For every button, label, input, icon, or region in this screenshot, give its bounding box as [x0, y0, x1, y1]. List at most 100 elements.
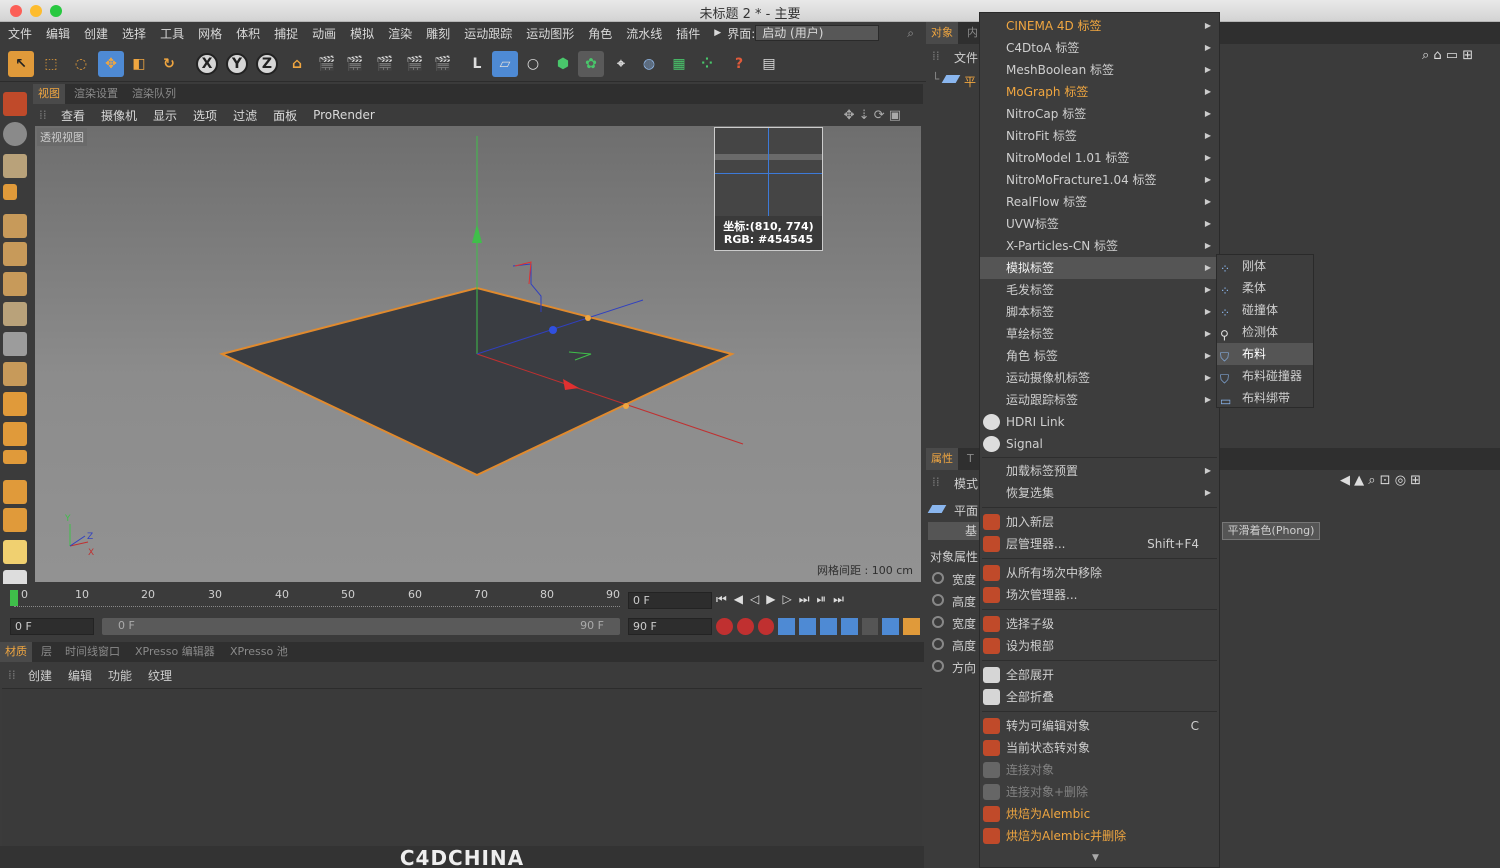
keyframe-tools[interactable] [716, 618, 920, 636]
tab-view[interactable]: 视图 [33, 84, 65, 104]
model-mode-icon[interactable] [3, 154, 27, 178]
viewport-menu-view[interactable]: 查看 [61, 107, 85, 124]
film-icon[interactable] [903, 618, 920, 635]
timeline-icon[interactable] [3, 508, 27, 532]
menu-item-take-manager[interactable]: 场次管理器... [980, 584, 1219, 606]
menu-item-script-tags[interactable]: 脚本标签 ▶ [980, 301, 1219, 323]
layout-select[interactable]: 启动 (用户) [755, 25, 880, 41]
render-view-icon[interactable]: 🎬 [314, 51, 340, 77]
material-menu-edit[interactable]: 编辑 [68, 667, 92, 684]
snap-mode-icon[interactable] [3, 332, 27, 356]
menu-mesh[interactable]: 网格 [198, 25, 222, 42]
viewport-nav-icons[interactable]: ✥ ⇣ ⟳ ▣ [844, 108, 901, 123]
menu-item-load-tag-preset[interactable]: 加载标签预置 ▶ [980, 460, 1219, 482]
material-menu-create[interactable]: 创建 [28, 667, 52, 684]
texture-mode-icon[interactable] [3, 122, 27, 146]
document-icon[interactable] [3, 540, 27, 564]
pla-key-icon[interactable] [861, 618, 879, 635]
material-menu-function[interactable]: 功能 [108, 667, 132, 684]
interpolation-icon[interactable] [882, 618, 900, 635]
generator-icon[interactable]: ⬢ [550, 51, 576, 77]
submenu-item-cloth-collider[interactable]: ⛉ 布料碰撞器 [1217, 365, 1313, 387]
menu-item-connect-objects-delete[interactable]: 连接对象+删除 [980, 781, 1219, 803]
z-handle[interactable] [549, 326, 557, 334]
render-edit-settings-icon[interactable]: 🎬 [430, 51, 456, 77]
polygon-mode-icon[interactable] [3, 272, 27, 296]
rotate-tool-icon[interactable]: ↻ [156, 51, 182, 77]
viewport-menu-options[interactable]: 选项 [193, 107, 217, 124]
menu-item-sketch-tags[interactable]: 草绘标签 ▶ [980, 323, 1219, 345]
menu-mograph[interactable]: 运动图形 [526, 25, 574, 42]
menu-select[interactable]: 选择 [122, 25, 146, 42]
x-axis-lock-icon[interactable]: X [196, 53, 218, 75]
record-icon[interactable] [716, 618, 733, 635]
menu-edit[interactable]: 编辑 [46, 25, 70, 42]
spline-circle-icon[interactable]: ○ [520, 51, 546, 77]
rectangle-selection-icon[interactable]: ⬚ [38, 51, 64, 77]
object-row-plane[interactable]: └ 平 [928, 70, 978, 92]
tab-attributes[interactable]: 属性 [926, 448, 958, 470]
position-key-icon[interactable] [778, 618, 796, 635]
menu-tools[interactable]: 工具 [160, 25, 184, 42]
perspective-viewport[interactable]: 透视视图 Y X Z 网格间距 : 100 cm 坐标:(810, 774) R… [35, 126, 921, 582]
render-picture-viewer-icon[interactable]: 🎬 [372, 51, 398, 77]
render-region-icon[interactable]: 🎬 [342, 51, 368, 77]
edge-mode-icon[interactable] [3, 242, 27, 266]
live-selection-icon[interactable]: ↖ [8, 51, 34, 77]
point-mode-icon[interactable] [3, 214, 27, 238]
menu-item-character-tags[interactable]: 角色 标签 ▶ [980, 345, 1219, 367]
tab-render-queue[interactable]: 渲染队列 [127, 84, 181, 104]
scale-tool-icon[interactable]: ◧ [126, 51, 152, 77]
tab-xpresso-editor[interactable]: XPresso 编辑器 [130, 642, 220, 662]
menu-item-mograph-tags[interactable]: MoGraph 标签 ▶ [980, 81, 1219, 103]
menu-item-meshboolean-tags[interactable]: MeshBoolean 标签 ▶ [980, 59, 1219, 81]
menu-item-select-children[interactable]: 选择子级 [980, 613, 1219, 635]
camera-icon[interactable]: ⌖ [608, 51, 634, 77]
coordinate-system-icon[interactable]: ⌂ [284, 51, 310, 77]
menu-item-nitromodel-tags[interactable]: NitroModel 1.01 标签 ▶ [980, 147, 1219, 169]
playback-controls[interactable]: ⏮◀◁▶▷⏭⏯⏭ [716, 592, 851, 607]
box-icon[interactable] [3, 422, 27, 446]
menu-item-hdri-link[interactable]: HDRI Link [980, 411, 1219, 433]
attr-menu-mode[interactable]: 模式 [954, 475, 978, 492]
menu-animate[interactable]: 动画 [312, 25, 336, 42]
rotation-key-icon[interactable] [819, 618, 837, 635]
menu-motion-tracking[interactable]: 运动跟踪 [464, 25, 512, 42]
submenu-item-ghost[interactable]: ⚲ 检测体 [1217, 321, 1313, 343]
menu-item-nitrofit-tags[interactable]: NitroFit 标签 ▶ [980, 125, 1219, 147]
submenu-item-cloth-belt[interactable]: ▭ 布料绑带 [1217, 387, 1313, 409]
edge-handle-bottom[interactable] [623, 403, 629, 409]
viewport-menu-panel[interactable]: 面板 [273, 107, 297, 124]
tab-basic[interactable]: 基 [928, 522, 980, 540]
edge-handle-top[interactable] [585, 315, 591, 321]
menu-render[interactable]: 渲染 [388, 25, 412, 42]
viewport-menu-display[interactable]: 显示 [153, 107, 177, 124]
submenu-item-cloth[interactable]: ⛉ 布料 [1217, 343, 1313, 365]
attribute-nav-icons[interactable]: ◀ ▲ ⌕ ⊡ ◎ ⊞ [1340, 473, 1421, 488]
material-area[interactable] [2, 688, 922, 848]
layout-manager-icon[interactable]: ▤ [756, 51, 782, 77]
tab-take[interactable]: T [962, 448, 979, 470]
menu-item-make-editable[interactable]: 转为可编辑对象 C [980, 715, 1219, 737]
tab-material[interactable]: 材质 [0, 642, 32, 662]
environment-icon[interactable]: ◍ [636, 51, 662, 77]
menu-item-signal[interactable]: Signal [980, 433, 1219, 455]
end-frame-field[interactable]: 90 F [628, 618, 712, 635]
bend-deformer-icon[interactable]: L [464, 51, 490, 77]
mograph-cloner-icon[interactable]: ✿ [578, 51, 604, 77]
menu-item-cinema4d-tags[interactable]: CINEMA 4D 标签 ▶ [980, 15, 1219, 37]
menu-item-xparticles-tags[interactable]: X-Particles-CN 标签 ▶ [980, 235, 1219, 257]
keyframe-selection-icon[interactable] [757, 618, 775, 635]
menu-item-connect-objects[interactable]: 连接对象 [980, 759, 1219, 781]
menu-plugins[interactable]: 插件 [676, 25, 700, 42]
viewport-menu-camera[interactable]: 摄像机 [101, 107, 137, 124]
plane-object-icon[interactable]: ▱ [492, 51, 518, 77]
z-axis-lock-icon[interactable]: Z [256, 53, 278, 75]
menu-item-restore-selection[interactable]: 恢复选集 ▶ [980, 482, 1219, 504]
tab-render-settings[interactable]: 渲染设置 [69, 84, 123, 104]
bowl-icon[interactable] [3, 450, 27, 464]
object-name[interactable]: 平 [964, 73, 976, 90]
cone-icon[interactable] [3, 480, 27, 504]
menu-item-collapse-all[interactable]: 全部折叠 [980, 686, 1219, 708]
current-frame-field[interactable]: 0 F [628, 592, 712, 609]
